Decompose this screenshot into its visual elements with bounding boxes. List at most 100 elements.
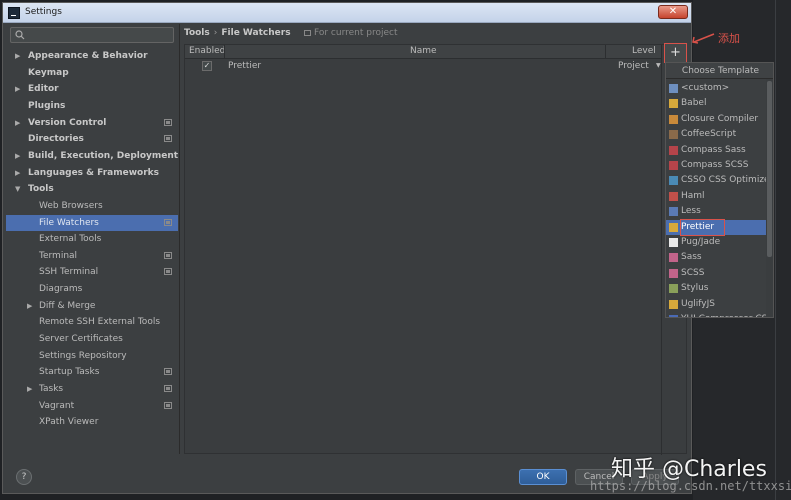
ok-button[interactable]: OK [519, 469, 567, 485]
column-level[interactable]: Level [632, 46, 656, 56]
settings-sidebar: ▶ Appearance & Behavior Keymap ▶ Editor Plugi… [6, 24, 178, 452]
sidebar-item[interactable]: ▶ Editor [6, 81, 178, 97]
search-field[interactable] [10, 27, 174, 43]
sidebar-item-label: SSH Terminal [39, 267, 99, 278]
template-item[interactable]: Pug/Jade [666, 235, 767, 250]
template-icon [669, 299, 678, 309]
chevron-right-icon[interactable]: ▶ [15, 148, 20, 164]
template-item[interactable]: Sass [666, 250, 767, 265]
column-name[interactable]: Name [410, 46, 437, 56]
sidebar-item[interactable]: Remote SSH External Tools [6, 314, 178, 330]
sidebar-item[interactable]: Web Browsers [6, 198, 178, 214]
sidebar-item[interactable]: SSH Terminal [6, 264, 178, 280]
sidebar-item[interactable]: Settings Repository [6, 348, 178, 364]
sidebar-item-label: File Watchers [39, 217, 99, 228]
sidebar-item[interactable]: Keymap [6, 65, 178, 81]
chevron-right-icon[interactable]: ▶ [15, 81, 20, 97]
popup-scrollbar[interactable] [766, 79, 773, 317]
template-item[interactable]: Compass SCSS [666, 158, 767, 173]
template-label: Pug/Jade [681, 237, 721, 247]
template-label: Sass [681, 252, 702, 263]
project-scope-icon [164, 401, 172, 409]
sidebar-item-label: Version Control [28, 117, 107, 128]
sidebar-item[interactable]: File Watchers [6, 214, 178, 231]
template-item[interactable]: Less [666, 204, 767, 219]
template-label: CSSO CSS Optimizer [681, 175, 774, 186]
template-icon [669, 222, 678, 232]
breadcrumb-parent: Tools [184, 28, 210, 38]
chevron-right-icon[interactable]: ▶ [27, 381, 32, 397]
project-scope-icon [164, 118, 172, 126]
template-item[interactable]: <custom> [666, 81, 767, 96]
sidebar-item-label: Web Browsers [39, 200, 103, 211]
sidebar-item-label: Tasks [39, 384, 64, 394]
annotation-text: 添加 [718, 32, 740, 45]
add-watcher-button[interactable]: + [664, 43, 687, 63]
sidebar-item[interactable]: ▶ Appearance & Behavior [6, 48, 178, 64]
sidebar-item[interactable]: Plugins [6, 98, 178, 114]
template-label: Haml [681, 190, 705, 201]
sidebar-item[interactable]: ▶ Build, Execution, Deployment [6, 148, 178, 164]
table-header: Enabled Name Level [185, 45, 661, 59]
template-icon [669, 253, 678, 263]
chevron-down-icon[interactable]: ▼ [15, 181, 20, 197]
sidebar-item[interactable]: Vagrant [6, 398, 178, 414]
template-item[interactable]: Babel [666, 96, 767, 111]
template-icon [669, 284, 678, 294]
project-scope-icon [164, 385, 172, 392]
table-row[interactable]: ✓ Prettier Project ▼ [185, 59, 661, 74]
template-item[interactable]: CoffeeScript [666, 127, 767, 142]
sidebar-item-label: Diagrams [39, 284, 83, 295]
template-label: CoffeeScript [681, 129, 737, 140]
sidebar-item[interactable]: ▶ Diff & Merge [6, 298, 178, 314]
sidebar-item[interactable]: External Tools [6, 231, 178, 247]
column-enabled[interactable]: Enabled [189, 46, 225, 56]
column-divider [605, 45, 606, 59]
sidebar-item[interactable]: ▶ Tasks [6, 381, 178, 397]
sidebar-item[interactable]: ▼ Tools [6, 181, 178, 197]
search-icon [15, 30, 25, 43]
scrollbar-thumb[interactable] [767, 81, 772, 257]
chevron-right-icon[interactable]: ▶ [15, 48, 20, 64]
search-input[interactable] [29, 29, 169, 41]
project-scope-icon [164, 251, 172, 259]
template-label: Less [681, 206, 701, 217]
template-item[interactable]: Prettier [666, 218, 767, 236]
template-item[interactable]: Compass Sass [666, 143, 767, 158]
enabled-checkbox[interactable]: ✓ [202, 61, 212, 71]
chevron-right-icon[interactable]: ▶ [15, 165, 20, 181]
sidebar-item[interactable]: ▶ Version Control [6, 115, 178, 131]
chevron-right-icon[interactable]: ▶ [15, 115, 20, 131]
breadcrumb-current: File Watchers [221, 28, 291, 38]
watchers-table: Enabled Name Level ✓ Prettier Project ▼ [184, 44, 687, 455]
sidebar-item-label: Vagrant [39, 400, 75, 411]
scope-label: For current project [304, 28, 398, 38]
template-item[interactable]: Closure Compiler [666, 112, 767, 127]
template-item[interactable]: UglifyJS [666, 297, 767, 312]
template-item[interactable]: CSSO CSS Optimizer [666, 173, 773, 188]
template-label: YUI Compressor CSS [681, 312, 773, 317]
annotation-arrow-icon [692, 33, 715, 44]
breadcrumb: Tools › File Watchers [184, 28, 291, 38]
close-button[interactable]: ✕ [658, 5, 688, 19]
level-select[interactable]: Project [618, 61, 649, 71]
sidebar-item[interactable]: Diagrams [6, 281, 178, 297]
file-watchers-panel: Tools › File Watchers For current project … [180, 24, 688, 455]
sidebar-item[interactable]: ▶ Languages & Frameworks [6, 165, 178, 181]
sidebar-item[interactable]: Server Certificates [6, 331, 178, 347]
sidebar-item[interactable]: Directories [6, 131, 178, 147]
sidebar-item[interactable]: Startup Tasks [6, 364, 178, 380]
template-item[interactable]: Haml [666, 189, 767, 204]
chevron-right-icon[interactable]: ▶ [27, 298, 32, 314]
help-button[interactable]: ? [16, 469, 32, 485]
template-icon [669, 114, 678, 124]
template-item[interactable]: Stylus [666, 281, 767, 296]
template-icon [669, 145, 678, 155]
sidebar-item[interactable]: XPath Viewer [6, 414, 178, 430]
breadcrumb-separator: › [213, 28, 218, 38]
template-item[interactable]: SCSS [666, 266, 767, 281]
template-item[interactable]: YUI Compressor CSS [666, 312, 773, 317]
sidebar-item[interactable]: Terminal [6, 248, 178, 264]
chevron-down-icon[interactable]: ▼ [656, 62, 661, 69]
project-scope-icon [164, 268, 172, 276]
